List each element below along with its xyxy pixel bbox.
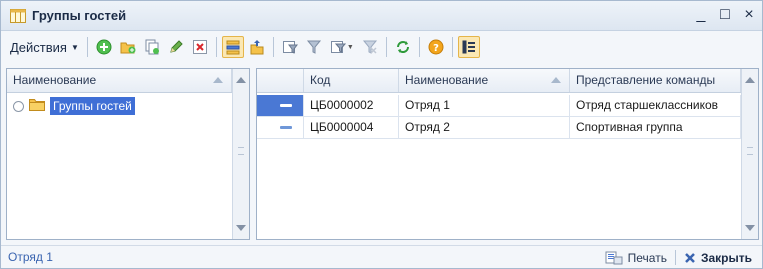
up-level-icon [250,40,264,55]
scroll-thumb[interactable] [238,147,244,155]
close-button[interactable]: Закрыть [680,248,756,267]
columns-settings-button[interactable] [457,36,480,58]
tree-header: Наименование [7,69,232,93]
tree-scrollbar[interactable] [232,69,249,239]
up-level-button[interactable] [246,36,268,58]
title-bar: Группы гостей _ □ × [1,1,762,31]
close-icon [685,252,695,263]
header-name-label: Наименование [405,73,489,87]
add-folder-button[interactable] [117,36,139,58]
print-icon [605,251,623,265]
cell-team: Отряд старшеклассников [570,95,741,116]
close-window-button[interactable]: × [742,7,756,23]
columns-icon [462,40,475,54]
row-indicator [257,117,304,138]
maximize-button[interactable]: □ [718,7,732,23]
element-marker-icon [280,126,292,129]
tree-item-guest-groups[interactable]: Группы гостей [7,95,135,117]
delete-button[interactable] [189,36,211,58]
help-icon: ? [428,39,444,55]
scroll-down-icon[interactable] [745,225,755,231]
sort-asc-icon [551,77,561,83]
clear-filter-button[interactable] [359,36,381,58]
toolbar-separator [385,37,387,57]
cell-name: Отряд 1 [399,95,570,116]
toolbar-separator [451,37,453,57]
catalog-window: Группы гостей _ □ × Действия ▼ ▼ ? Наиме… [0,0,763,269]
filter-by-value-button[interactable] [279,36,301,58]
print-button[interactable]: Печать [601,248,671,267]
table-row[interactable]: ЦБ0000002 Отряд 1 Отряд старшеклассников [257,95,742,117]
chevron-down-icon: ▼ [346,43,354,51]
hierarchy-view-button[interactable] [221,36,244,58]
set-filter-button[interactable] [303,36,325,58]
refresh-icon [396,41,409,53]
table-scrollbar[interactable] [741,69,758,239]
header-code[interactable]: Код [304,69,399,92]
filter-dropdown-button[interactable]: ▼ [327,36,357,58]
tree-item-label: Группы гостей [50,97,135,115]
cell-team: Спортивная группа [570,117,741,138]
clear-filter-icon [362,40,377,54]
close-label: Закрыть [700,250,752,265]
header-code-label: Код [310,73,331,87]
help-button[interactable]: ? [425,36,447,58]
toolbar: Действия ▼ ▼ ? [1,32,762,62]
element-marker-icon [280,104,292,107]
toolbar-separator [272,37,274,57]
scroll-up-icon[interactable] [745,77,755,83]
filter-by-value-icon [282,41,298,54]
hierarchy-view-icon [226,40,240,55]
cell-name: Отряд 2 [399,117,570,138]
row-indicator [257,95,304,116]
scroll-down-icon[interactable] [236,225,246,231]
copy-icon [145,39,159,55]
add-folder-icon [120,42,136,54]
delete-icon [192,40,207,54]
scroll-thumb[interactable] [747,147,753,155]
actions-label: Действия [10,39,67,55]
refresh-button[interactable] [392,36,414,58]
edit-icon [170,40,183,53]
tree-header-name[interactable]: Наименование [7,69,232,92]
chevron-down-icon: ▼ [70,42,79,52]
groups-tree-panel: Наименование Группы гостей [6,68,250,240]
footer-separator [674,250,676,265]
set-filter-icon [306,40,321,54]
actions-menu-button[interactable]: Действия ▼ [6,35,83,59]
folder-icon [29,98,45,114]
status-text: Отряд 1 [8,250,53,264]
header-indicator [257,69,304,92]
sort-asc-icon [213,77,223,83]
filter-dropdown-icon [330,41,346,53]
status-bar: Отряд 1 Печать Закрыть [1,245,762,268]
header-team-label: Представление команды [576,73,716,87]
cell-code: ЦБ0000004 [304,117,399,138]
catalog-icon [10,8,26,23]
table-header: Код Наименование Представление команды [257,69,741,93]
header-name[interactable]: Наименование [399,69,570,92]
header-team[interactable]: Представление команды [570,69,741,92]
window-title: Группы гостей [32,8,127,23]
scroll-up-icon[interactable] [236,77,246,83]
svg-text:?: ? [433,43,439,54]
table-row[interactable]: ЦБ0000004 Отряд 2 Спортивная группа [257,117,742,139]
add-button[interactable] [93,36,115,58]
add-icon [96,39,112,55]
minimize-button[interactable]: _ [694,7,708,23]
cell-code: ЦБ0000002 [304,95,399,116]
tree-header-label: Наименование [13,73,97,87]
tree-node-radio-icon [13,100,24,112]
toolbar-separator [86,37,88,57]
toolbar-separator [418,37,420,57]
print-label: Печать [627,250,667,265]
groups-table: Код Наименование Представление команды Ц… [256,68,759,240]
edit-button[interactable] [165,36,187,58]
toolbar-separator [215,37,217,57]
copy-button[interactable] [141,36,163,58]
